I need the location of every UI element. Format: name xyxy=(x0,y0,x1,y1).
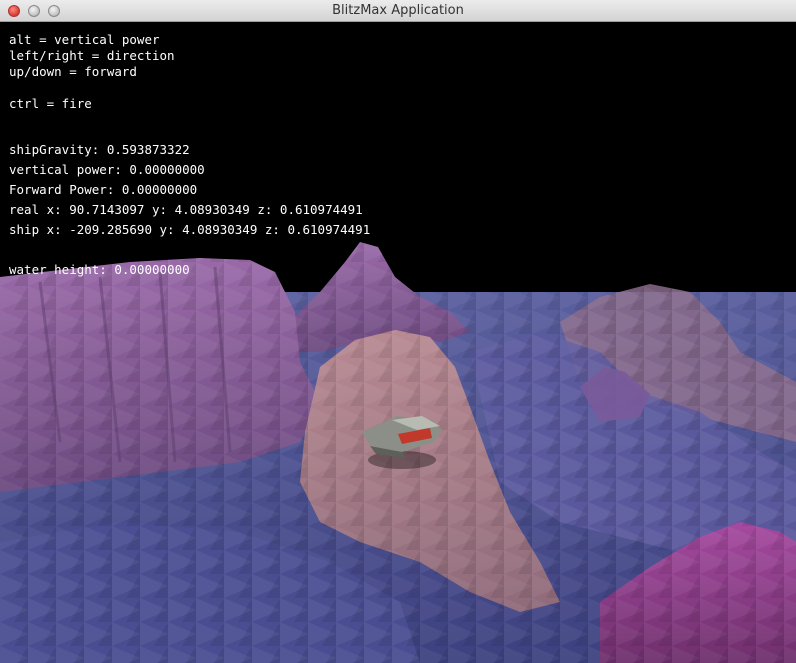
terrain-scene xyxy=(0,242,796,663)
hud-control-fire: ctrl = fire xyxy=(9,96,92,111)
app-window: BlitzMax Application alt = vertical powe… xyxy=(0,0,796,663)
game-viewport[interactable]: alt = vertical power left/right = direct… xyxy=(0,22,796,663)
hud-water-height: water height: 0.00000000 xyxy=(9,262,190,277)
hud-vertical-power: vertical power: 0.00000000 xyxy=(9,162,205,177)
hud-real-position: real x: 90.7143097 y: 4.08930349 z: 0.61… xyxy=(9,202,363,217)
hud-control-forward: up/down = forward xyxy=(9,64,137,79)
hud-ship-position: ship x: -209.285690 y: 4.08930349 z: 0.6… xyxy=(9,222,371,237)
hud-ship-gravity: shipGravity: 0.593873322 xyxy=(9,142,190,157)
hud-control-direction: left/right = direction xyxy=(9,48,175,63)
hud-control-vertical: alt = vertical power xyxy=(9,32,160,47)
hud-forward-power: Forward Power: 0.00000000 xyxy=(9,182,198,197)
window-title: BlitzMax Application xyxy=(332,3,464,18)
title-bar[interactable]: BlitzMax Application xyxy=(0,0,796,22)
